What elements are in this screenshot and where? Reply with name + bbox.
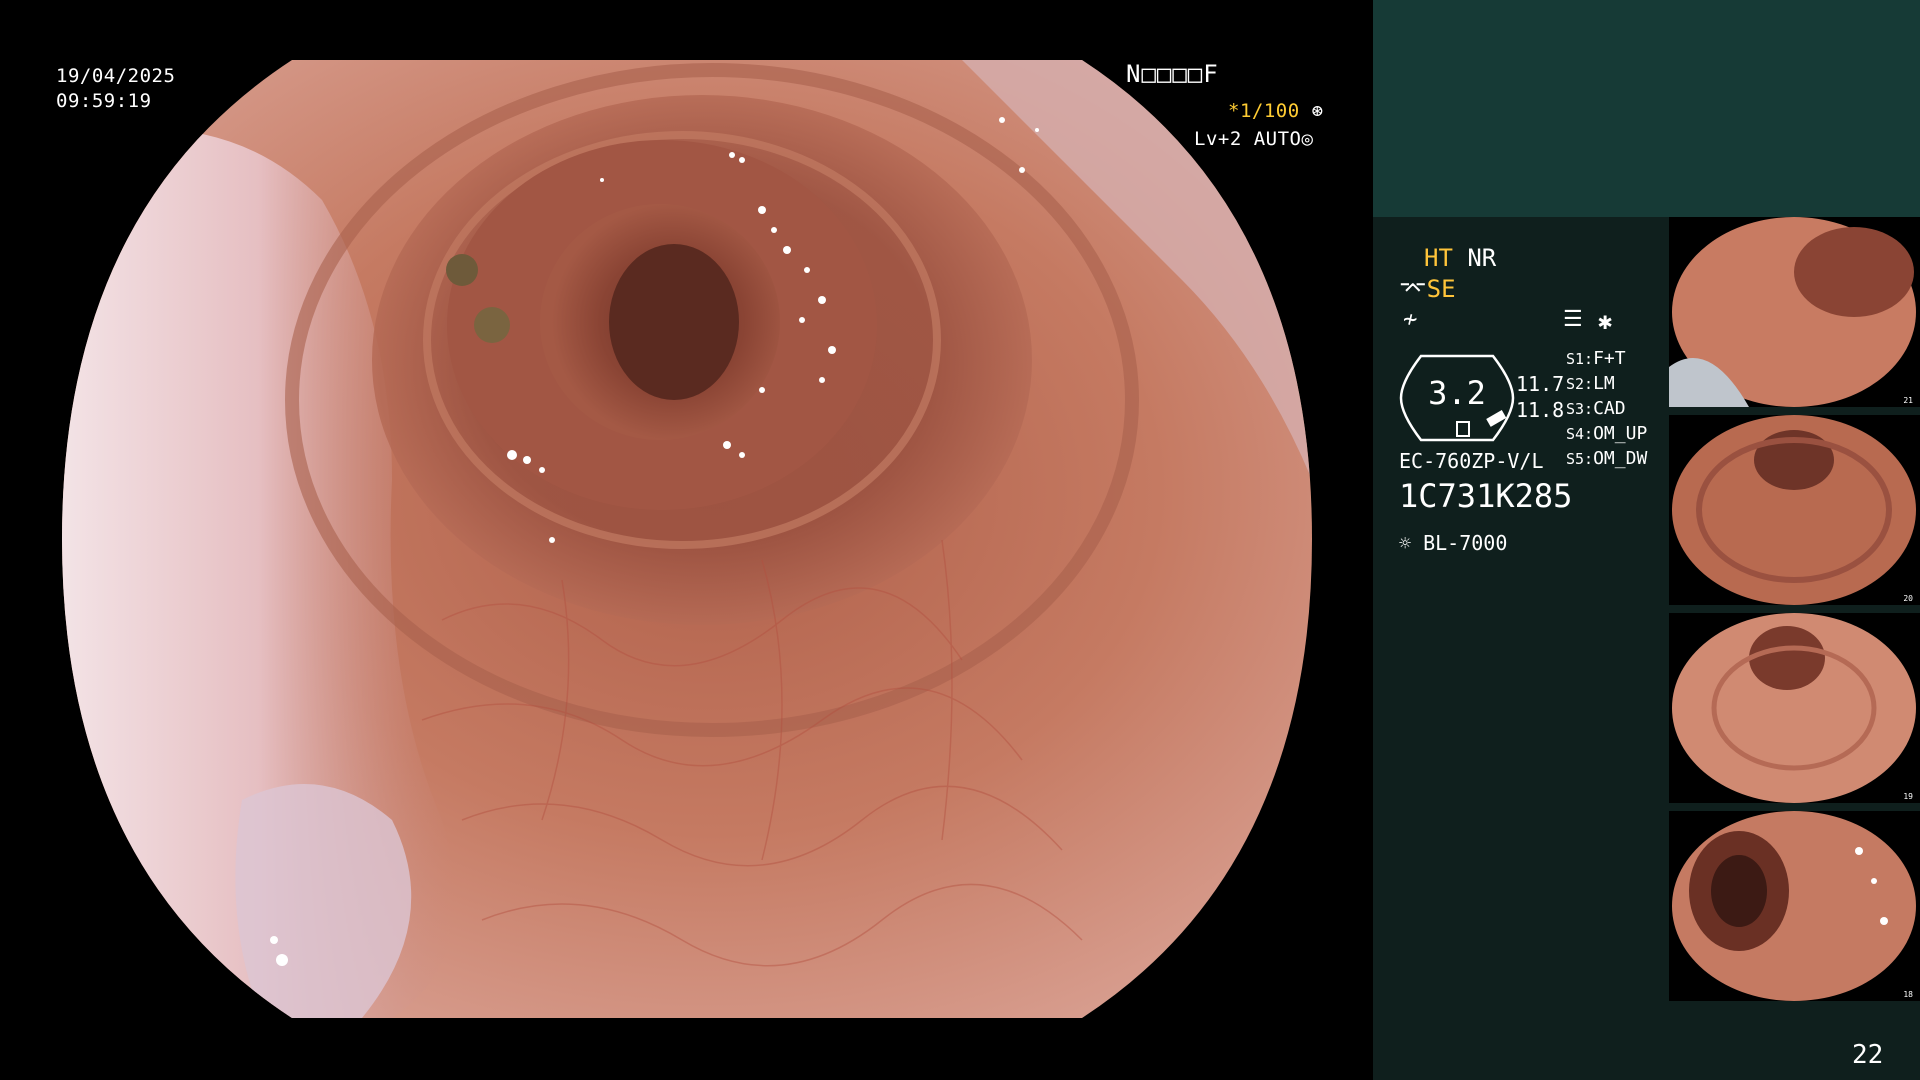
scope-serial: 1C731K285	[1399, 477, 1573, 515]
thumbnail-4: 18	[1672, 811, 1916, 1001]
switch-row-2: S2:LM	[1566, 373, 1615, 394]
zoom-value: 3.2	[1428, 374, 1486, 412]
switch-row-4: S4:OM_UP	[1566, 423, 1648, 444]
menu-list-icon: ☰	[1563, 307, 1583, 332]
ht-label: HT	[1424, 244, 1453, 272]
nr-label: NR	[1467, 244, 1497, 272]
page-number: 22	[1852, 1040, 1884, 1070]
structure-enhance-icon: ⌤	[1399, 275, 1427, 303]
colonoscopy-image	[62, 60, 1312, 1018]
asterisk-icon: ✱	[1598, 307, 1613, 335]
ht-nr-status: HT NR	[1424, 244, 1496, 272]
level-value: Lv+2 AUTO	[1194, 128, 1302, 150]
color-mode-icon: ≁	[1403, 305, 1418, 333]
value-2: 11.8	[1516, 398, 1565, 422]
light-source: ☼ BL-7000	[1399, 531, 1507, 555]
endoscope-main-view: 19/04/2025 09:59:19 N□□□□F *1/100 ⊛ Lv+2…	[0, 0, 1373, 1080]
thumbnail-index: 18	[1903, 990, 1913, 999]
thumbnail-3: 19	[1672, 613, 1916, 803]
light-source-model: BL-7000	[1423, 531, 1508, 555]
se-status: ⌤SE	[1399, 275, 1456, 303]
thumbnail-index: 19	[1903, 792, 1913, 801]
thumbnail-index: 20	[1903, 594, 1913, 603]
thumbnail-index: 21	[1903, 396, 1913, 405]
shutter-icon: ⊛	[1311, 100, 1324, 122]
switch-row-5: S5:OM_DW	[1566, 448, 1648, 469]
switch-row-3: S3:CAD	[1566, 398, 1626, 419]
exam-time: 09:59:19	[56, 90, 152, 112]
value-1: 11.7	[1516, 372, 1565, 396]
scope-model: EC-760ZP-V/L	[1399, 449, 1544, 473]
thumbnail-image[interactable]: 19	[1669, 613, 1920, 803]
exam-date: 19/04/2025	[56, 65, 176, 87]
brightness-level: Lv+2 AUTO◎	[1194, 127, 1313, 152]
panel-header-area	[1373, 0, 1920, 217]
se-label: SE	[1426, 275, 1456, 303]
switch-assignments: S1:F+T S2:LM S3:CAD S4:OM_UP S5:OM_DW	[1566, 348, 1647, 473]
thumbnail-2: 20	[1672, 415, 1916, 605]
shutter-speed: *1/100 ⊛	[1228, 99, 1324, 124]
shutter-value: *1/100	[1228, 100, 1300, 122]
thumbnail-image[interactable]: 21	[1669, 217, 1920, 407]
lamp-icon: ☼	[1399, 531, 1412, 555]
thumbnail-image[interactable]: 18	[1669, 811, 1920, 1001]
thumbnail-image[interactable]: 20	[1669, 415, 1920, 605]
captured-thumbnails: 21 20 19 18	[1669, 217, 1920, 1009]
switch-row-1: S1:F+T	[1566, 348, 1626, 369]
thumbnail-1: 21	[1669, 217, 1916, 407]
info-panel: HT NR ⌤SE ≁ ☰ ✱ 3.2 11.7 11.8 S1:F+T S2:…	[1373, 0, 1920, 1080]
patient-code: N□□□□F	[1126, 60, 1219, 88]
auto-iris-icon: ◎	[1301, 128, 1314, 150]
